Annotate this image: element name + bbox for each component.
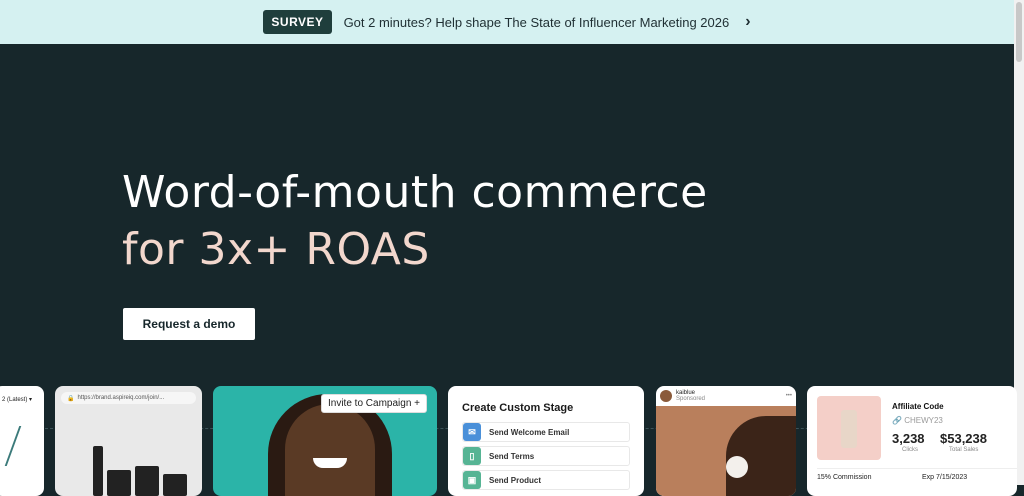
version-card: 2 (Latest) ▾ xyxy=(0,386,44,496)
product-image xyxy=(163,474,187,496)
more-icon[interactable]: ••• xyxy=(786,393,792,399)
sales-label: Total Sales xyxy=(949,447,979,453)
browser-card: 🔒 https://brand.aspireiq.com/join/... xyxy=(55,386,202,496)
custom-stage-card: Create Custom Stage ✉ Send Welcome Email … xyxy=(448,386,644,496)
stage-row-email[interactable]: ✉ Send Welcome Email xyxy=(462,422,630,442)
version-select[interactable]: 2 (Latest) ▾ xyxy=(2,396,44,403)
bottle-image xyxy=(841,410,857,448)
lock-icon: 🔒 xyxy=(67,395,75,402)
custom-stage-title: Create Custom Stage xyxy=(462,402,574,414)
post-sponsored: Sponsored xyxy=(676,396,706,402)
hero-headline: Word-of-mouth commerce for 3x+ ROAS xyxy=(122,164,708,278)
creator-card: Invite to Campaign + xyxy=(213,386,437,496)
scrollbar-thumb[interactable] xyxy=(1016,2,1022,62)
avatar xyxy=(660,390,672,402)
box-icon: ▣ xyxy=(463,471,481,489)
affiliate-code: 🔗 CHEWY23 xyxy=(892,416,943,425)
headline-line-2: for 3x+ ROAS xyxy=(122,224,430,275)
survey-badge: SURVEY xyxy=(263,10,332,34)
expiry-text: Exp 7/15/2023 xyxy=(922,474,968,481)
sales-value: $53,238 xyxy=(940,431,987,446)
product-image xyxy=(107,470,131,496)
stage-row-product[interactable]: ▣ Send Product xyxy=(462,470,630,490)
invite-to-campaign-button[interactable]: Invite to Campaign + xyxy=(321,394,427,413)
document-icon: ▯ xyxy=(463,447,481,465)
creator-face xyxy=(285,404,375,496)
survey-banner[interactable]: SURVEY Got 2 minutes? Help shape The Sta… xyxy=(0,0,1014,44)
hero-section: Word-of-mouth commerce for 3x+ ROAS Requ… xyxy=(0,44,1017,496)
affiliate-product-image xyxy=(817,396,881,460)
commission-text: 15% Commission xyxy=(817,474,872,481)
headline-line-1: Word-of-mouth commerce xyxy=(122,167,708,218)
request-demo-button[interactable]: Request a demo xyxy=(123,308,255,340)
affiliate-title: Affiliate Code xyxy=(892,402,944,411)
clicks-label: Clicks xyxy=(902,447,918,453)
product-image xyxy=(93,446,103,496)
chevron-right-icon[interactable]: › xyxy=(745,13,750,31)
survey-banner-text[interactable]: Got 2 minutes? Help shape The State of I… xyxy=(344,15,730,30)
mail-icon: ✉ xyxy=(463,423,481,441)
post-header: kaiblue Sponsored ••• xyxy=(656,386,796,406)
post-photo-pad xyxy=(726,456,748,478)
affiliate-card: Affiliate Code 🔗 CHEWY23 3,238 Clicks $5… xyxy=(807,386,1017,496)
divider xyxy=(817,468,1017,469)
clicks-value: 3,238 xyxy=(892,431,925,446)
product-image xyxy=(135,466,159,496)
link-icon: 🔗 xyxy=(892,416,902,425)
creator-smile xyxy=(313,458,347,468)
social-post-card: kaiblue Sponsored ••• xyxy=(656,386,796,496)
stage-row-terms[interactable]: ▯ Send Terms xyxy=(462,446,630,466)
browser-url-bar[interactable]: 🔒 https://brand.aspireiq.com/join/... xyxy=(61,392,196,404)
chart-line xyxy=(4,426,44,466)
